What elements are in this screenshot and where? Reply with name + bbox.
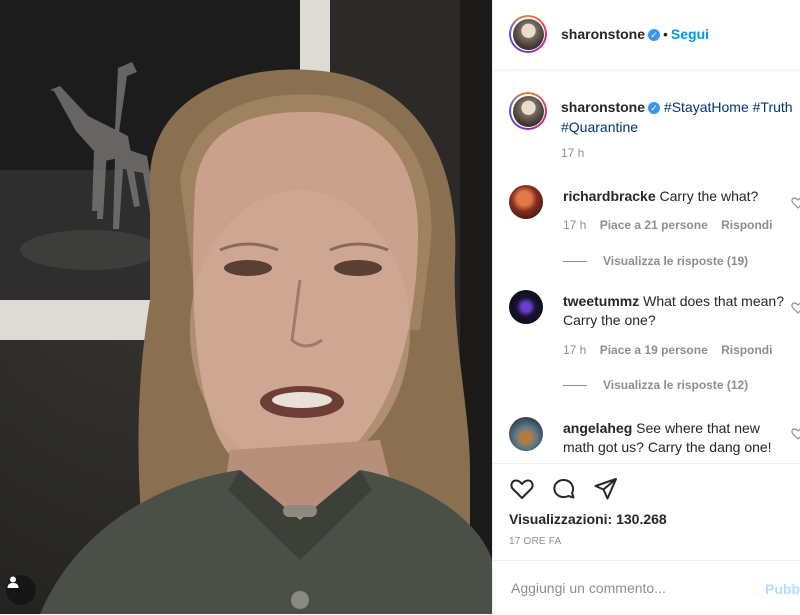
hashtag-link[interactable]: #Quarantine [561, 119, 638, 135]
verified-badge-icon: ✓ [648, 29, 661, 41]
view-replies-label: Visualizza le risposte (19) [603, 254, 749, 268]
comment-like-heart-icon[interactable] [791, 427, 800, 441]
author-avatar[interactable] [509, 15, 547, 53]
caption-time[interactable]: 17 h [561, 146, 584, 160]
view-replies-button[interactable]: Visualizza le risposte (19) [563, 254, 748, 268]
comment-likes[interactable]: Piace a 21 persone [600, 218, 708, 232]
caption-author-avatar[interactable] [509, 92, 547, 130]
comment-icon[interactable] [551, 476, 577, 502]
comment-time[interactable]: 17 h [563, 218, 586, 232]
view-replies-label: Visualizza le risposte (12) [603, 378, 749, 392]
commenter-avatar[interactable] [509, 185, 543, 219]
comment-input[interactable] [509, 579, 743, 597]
heart-icon[interactable] [509, 476, 535, 502]
video-frame [0, 0, 492, 614]
replies-divider [563, 260, 587, 262]
post-header: sharonstone ✓ • Segui [493, 0, 800, 71]
commenter-username[interactable]: tweetummz [563, 293, 639, 309]
hashtag-link[interactable]: #StayatHome [664, 99, 749, 115]
commenter-username[interactable]: richardbracke [563, 188, 656, 204]
share-icon[interactable] [593, 476, 619, 502]
view-count[interactable]: Visualizzazioni: 130.268 [509, 511, 667, 527]
view-replies-button[interactable]: Visualizza le risposte (12) [563, 378, 748, 392]
hashtag-link[interactable]: #Truth [753, 99, 793, 115]
commenter-username[interactable]: angelaheg [563, 420, 632, 436]
post-timestamp[interactable]: 17 ORE FA [509, 536, 561, 547]
verified-badge-icon: ✓ [648, 102, 661, 114]
reply-button[interactable]: Rispondi [721, 218, 772, 232]
comment-likes[interactable]: Piace a 19 persone [600, 343, 708, 357]
video-player[interactable] [0, 0, 492, 614]
add-comment-bar: Pubb [493, 560, 800, 615]
caption-username[interactable]: sharonstone [561, 99, 645, 115]
commenter-avatar[interactable] [509, 417, 543, 451]
author-username[interactable]: sharonstone [561, 26, 645, 42]
publish-button[interactable]: Pubb [765, 581, 800, 597]
comment-like-heart-icon[interactable] [791, 196, 800, 210]
replies-divider [563, 384, 587, 386]
reply-button[interactable]: Rispondi [721, 343, 772, 357]
caption: sharonstone ✓ #StayatHome #Truth #Quarant… [561, 97, 797, 137]
separator-dot: • [663, 26, 668, 42]
comment-time[interactable]: 17 h [563, 343, 586, 357]
comment-text: Carry the what? [659, 188, 759, 204]
actions-divider [493, 463, 800, 464]
post-panel: sharonstone ✓ • Segui sharonstone ✓ #StayatH… [492, 0, 800, 614]
comment-like-heart-icon[interactable] [791, 301, 800, 315]
follow-button[interactable]: Segui [671, 26, 709, 42]
commenter-avatar[interactable] [509, 290, 543, 324]
tagged-user-icon[interactable] [6, 575, 36, 605]
